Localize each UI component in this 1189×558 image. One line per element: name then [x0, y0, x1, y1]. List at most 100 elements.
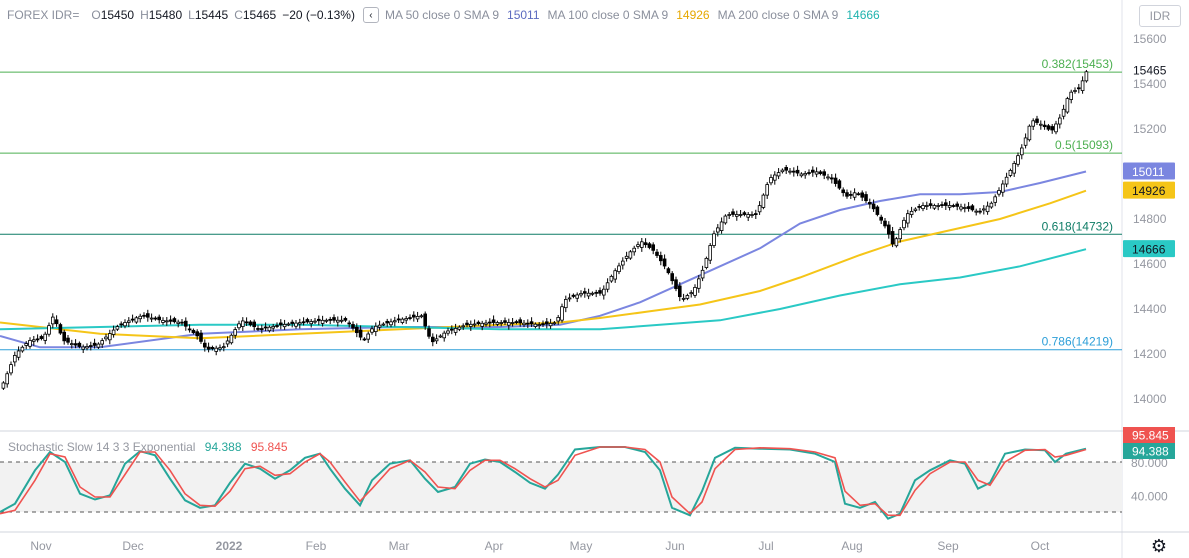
- candle-body: [997, 190, 1001, 195]
- candle-body: [499, 322, 503, 324]
- candle-body: [643, 242, 648, 246]
- candle-body: [564, 299, 568, 309]
- candle-body: [92, 342, 97, 346]
- candle-body: [807, 172, 811, 174]
- candle-body: [974, 210, 978, 213]
- gear-icon[interactable]: ⚙: [1151, 536, 1167, 557]
- candle-body: [195, 331, 200, 337]
- candle-body: [909, 210, 914, 215]
- candle-body: [248, 321, 253, 326]
- candle-body: [746, 214, 750, 218]
- candle-body: [769, 177, 773, 184]
- candle-body: [849, 194, 853, 196]
- candle-body: [271, 326, 275, 329]
- candle-body: [218, 347, 222, 350]
- candle-body: [138, 315, 143, 320]
- chart-canvas[interactable]: 0.382(15453) 0.5(15093) 0.618(14732) 0.786(…: [0, 0, 1189, 558]
- candle-body: [556, 317, 560, 322]
- candle-body: [826, 176, 830, 179]
- candle-body: [415, 316, 420, 320]
- collapse-button[interactable]: ‹: [362, 7, 379, 23]
- candle-body: [811, 169, 815, 173]
- candle-body: [1050, 126, 1055, 131]
- candle-body: [887, 224, 891, 235]
- candle-body: [427, 328, 431, 337]
- candle-body: [294, 322, 298, 327]
- candle-body: [548, 322, 553, 327]
- time-tick-label: Jul: [758, 539, 773, 553]
- candle-body: [1084, 71, 1089, 82]
- candle-body: [1080, 80, 1085, 91]
- price-tick-label: 15600: [1133, 32, 1167, 46]
- candle-body: [640, 241, 644, 248]
- candle-body: [1058, 117, 1062, 125]
- candle-body: [275, 325, 279, 327]
- candle-body: [127, 320, 131, 323]
- candle-body: [902, 219, 906, 229]
- candle-body: [780, 169, 785, 173]
- candle-body: [837, 180, 842, 189]
- candle-body: [1023, 137, 1028, 146]
- candle-body: [571, 294, 576, 297]
- candle-body: [32, 339, 36, 342]
- candle-body: [628, 251, 633, 259]
- candle-body: [624, 255, 629, 259]
- candle-body: [947, 205, 952, 208]
- candle-body: [430, 336, 435, 343]
- candle-body: [921, 205, 925, 210]
- time-tick-label: Sep: [937, 539, 959, 553]
- candle-body: [28, 340, 32, 347]
- time-tick-label: Jun: [665, 539, 684, 553]
- candle-body: [362, 338, 367, 341]
- candle-body: [115, 326, 120, 330]
- candle-body: [1016, 155, 1020, 165]
- candle-body: [510, 322, 515, 324]
- candle-body: [286, 323, 291, 326]
- candle-body: [153, 317, 158, 320]
- candle-body: [560, 306, 564, 321]
- candle-body: [339, 319, 344, 322]
- candle-body: [871, 203, 876, 210]
- candle-body: [583, 291, 587, 294]
- candle-body: [818, 171, 823, 174]
- candle-body: [1069, 91, 1074, 100]
- currency-button[interactable]: IDR: [1139, 5, 1181, 27]
- candle-body: [906, 213, 910, 224]
- candle-body: [73, 343, 78, 346]
- candle-body: [35, 338, 40, 341]
- candle-body: [176, 321, 181, 324]
- candle-body: [936, 205, 940, 207]
- candle-body: [328, 318, 332, 321]
- candle-body: [480, 322, 484, 327]
- candle-body: [773, 174, 777, 181]
- close-value: 15465: [242, 8, 277, 22]
- ma100-value: 14926: [676, 8, 710, 22]
- candle-body: [423, 313, 427, 327]
- ma200-value: 14666: [846, 8, 880, 22]
- symbol-label: FOREX IDR=: [7, 8, 80, 22]
- price-tick-label: 14800: [1133, 212, 1167, 226]
- stochastic-value-badge-text: 95.845: [1132, 429, 1169, 443]
- time-tick-label: Oct: [1031, 539, 1050, 553]
- candle-body: [491, 319, 496, 323]
- ma50-value: 15011: [507, 8, 540, 22]
- candle-body: [51, 316, 55, 325]
- time-tick-label: 2022: [216, 539, 243, 553]
- candle-body: [655, 251, 659, 256]
- candle-body: [963, 207, 967, 209]
- candle-body: [66, 337, 70, 343]
- candle-body: [1, 382, 6, 389]
- moving-average-line: [0, 189, 1087, 340]
- candle-body: [1001, 183, 1005, 193]
- candle-body: [978, 210, 982, 213]
- candle-body: [89, 345, 93, 347]
- candle-body: [518, 319, 522, 324]
- candle-body: [875, 206, 880, 215]
- candle-body: [111, 329, 116, 335]
- time-tick-label: Apr: [485, 539, 504, 553]
- candle-body: [1077, 87, 1081, 90]
- candle-body: [594, 291, 598, 294]
- candle-body: [119, 323, 124, 326]
- candle-body: [735, 214, 739, 217]
- candle-body: [20, 346, 25, 352]
